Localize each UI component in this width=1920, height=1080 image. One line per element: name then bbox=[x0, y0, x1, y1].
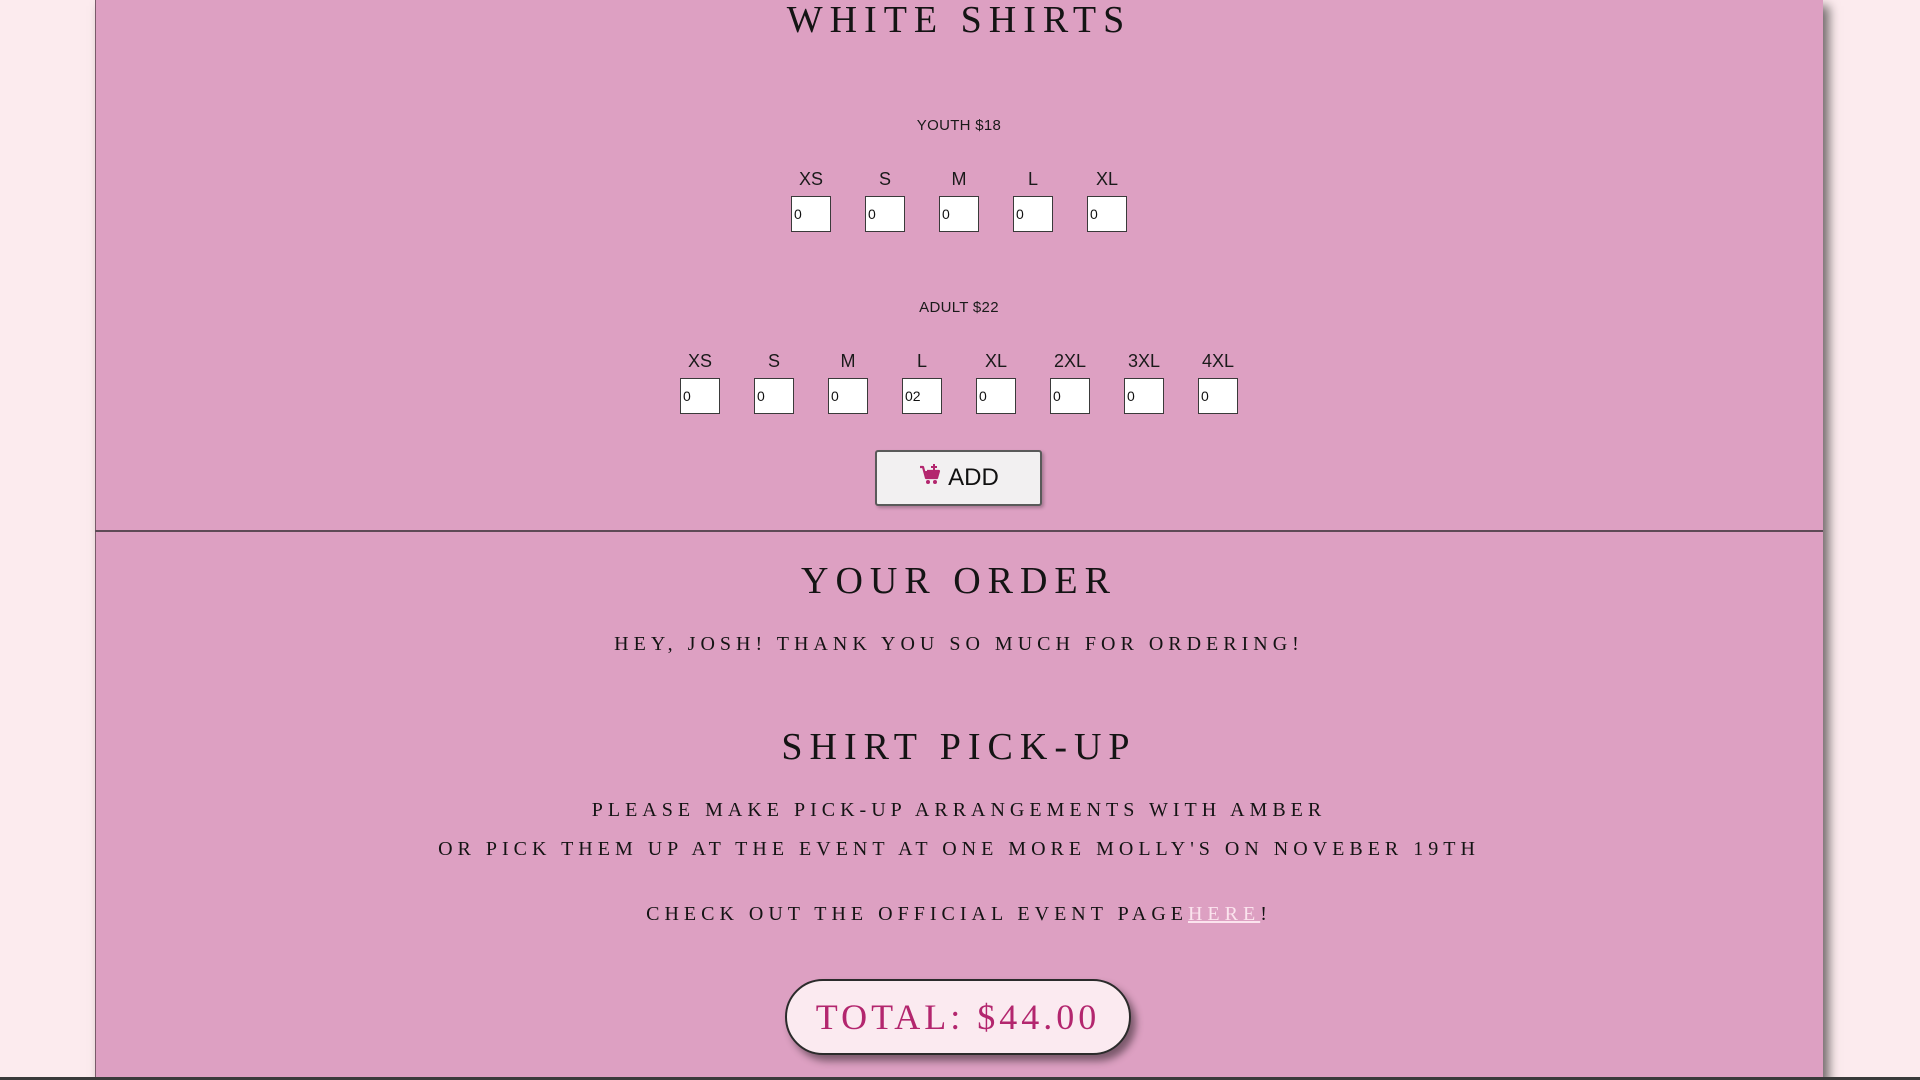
adult-size-3xl: 3XL bbox=[1107, 350, 1181, 414]
size-label: XL bbox=[1095, 169, 1119, 189]
size-label: XL bbox=[984, 351, 1008, 371]
white-shirts-title: WHITE SHIRTS bbox=[786, 0, 1132, 41]
adult-s-quantity-input[interactable] bbox=[754, 378, 794, 414]
adult-l-quantity-input[interactable] bbox=[902, 378, 942, 414]
event-page-suffix: ! bbox=[1260, 903, 1272, 925]
adult-size-m: M bbox=[811, 350, 885, 414]
youth-size-m: M bbox=[922, 168, 996, 232]
youth-xl-quantity-input[interactable] bbox=[1087, 196, 1127, 232]
adult-3xl-quantity-input[interactable] bbox=[1124, 378, 1164, 414]
cart-plus-icon bbox=[918, 463, 942, 494]
youth-price-label: YOUTH $18 bbox=[916, 117, 1002, 134]
size-label: 3XL bbox=[1127, 351, 1161, 371]
your-order-title: YOUR ORDER bbox=[801, 560, 1117, 602]
adult-size-s: S bbox=[737, 350, 811, 414]
youth-size-s: S bbox=[848, 168, 922, 232]
youth-size-xl: XL bbox=[1070, 168, 1144, 232]
event-page-link[interactable]: HERE bbox=[1188, 903, 1260, 925]
adult-size-xl: XL bbox=[959, 350, 1033, 414]
size-label: L bbox=[916, 351, 927, 371]
order-panel: WHITE SHIRTS YOUTH $18 XS S M L XL bbox=[95, 0, 1823, 1080]
adult-size-xs: XS bbox=[663, 350, 737, 414]
adult-size-4xl: 4XL bbox=[1181, 350, 1255, 414]
event-page-text: CHECK OUT THE OFFICIAL EVENT PAGEHERE! bbox=[95, 903, 1823, 926]
size-label: M bbox=[951, 169, 967, 189]
size-label: S bbox=[767, 351, 780, 371]
event-page-label: CHECK OUT THE OFFICIAL EVENT PAGE bbox=[646, 903, 1188, 925]
adult-m-quantity-input[interactable] bbox=[828, 378, 868, 414]
size-label: 4XL bbox=[1201, 351, 1235, 371]
youth-size-xs: XS bbox=[774, 168, 848, 232]
white-shirts-section: WHITE SHIRTS YOUTH $18 XS S M L XL bbox=[95, 0, 1823, 532]
size-label: L bbox=[1027, 169, 1038, 189]
youth-size-row: XS S M L XL bbox=[95, 168, 1823, 232]
order-total-badge: TOTAL: $44.00 bbox=[785, 979, 1131, 1055]
adult-xl-quantity-input[interactable] bbox=[976, 378, 1016, 414]
youth-l-quantity-input[interactable] bbox=[1013, 196, 1053, 232]
adult-size-row: XS S M L XL 2XL bbox=[95, 350, 1823, 414]
adult-4xl-quantity-input[interactable] bbox=[1198, 378, 1238, 414]
order-greeting: HEY, JOSH! THANK YOU SO MUCH FOR ORDERIN… bbox=[614, 633, 1304, 655]
adult-price-label: ADULT $22 bbox=[919, 299, 999, 316]
size-label: XS bbox=[687, 351, 712, 371]
pickup-instructions-line1: PLEASE MAKE PICK-UP ARRANGEMENTS WITH AM… bbox=[591, 799, 1327, 821]
adult-xs-quantity-input[interactable] bbox=[680, 378, 720, 414]
size-label: S bbox=[878, 169, 891, 189]
size-label: XS bbox=[798, 169, 823, 189]
adult-2xl-quantity-input[interactable] bbox=[1050, 378, 1090, 414]
add-to-cart-button[interactable]: ADD bbox=[875, 450, 1042, 506]
size-label: 2XL bbox=[1053, 351, 1087, 371]
size-label: M bbox=[840, 351, 856, 371]
youth-xs-quantity-input[interactable] bbox=[791, 196, 831, 232]
youth-size-l: L bbox=[996, 168, 1070, 232]
adult-size-2xl: 2XL bbox=[1033, 350, 1107, 414]
shirt-pickup-title: SHIRT PICK-UP bbox=[781, 726, 1137, 768]
youth-m-quantity-input[interactable] bbox=[939, 196, 979, 232]
youth-s-quantity-input[interactable] bbox=[865, 196, 905, 232]
add-button-label: ADD bbox=[948, 464, 999, 491]
pickup-instructions-line2: OR PICK THEM UP AT THE EVENT AT ONE MORE… bbox=[438, 838, 1480, 860]
adult-size-l: L bbox=[885, 350, 959, 414]
